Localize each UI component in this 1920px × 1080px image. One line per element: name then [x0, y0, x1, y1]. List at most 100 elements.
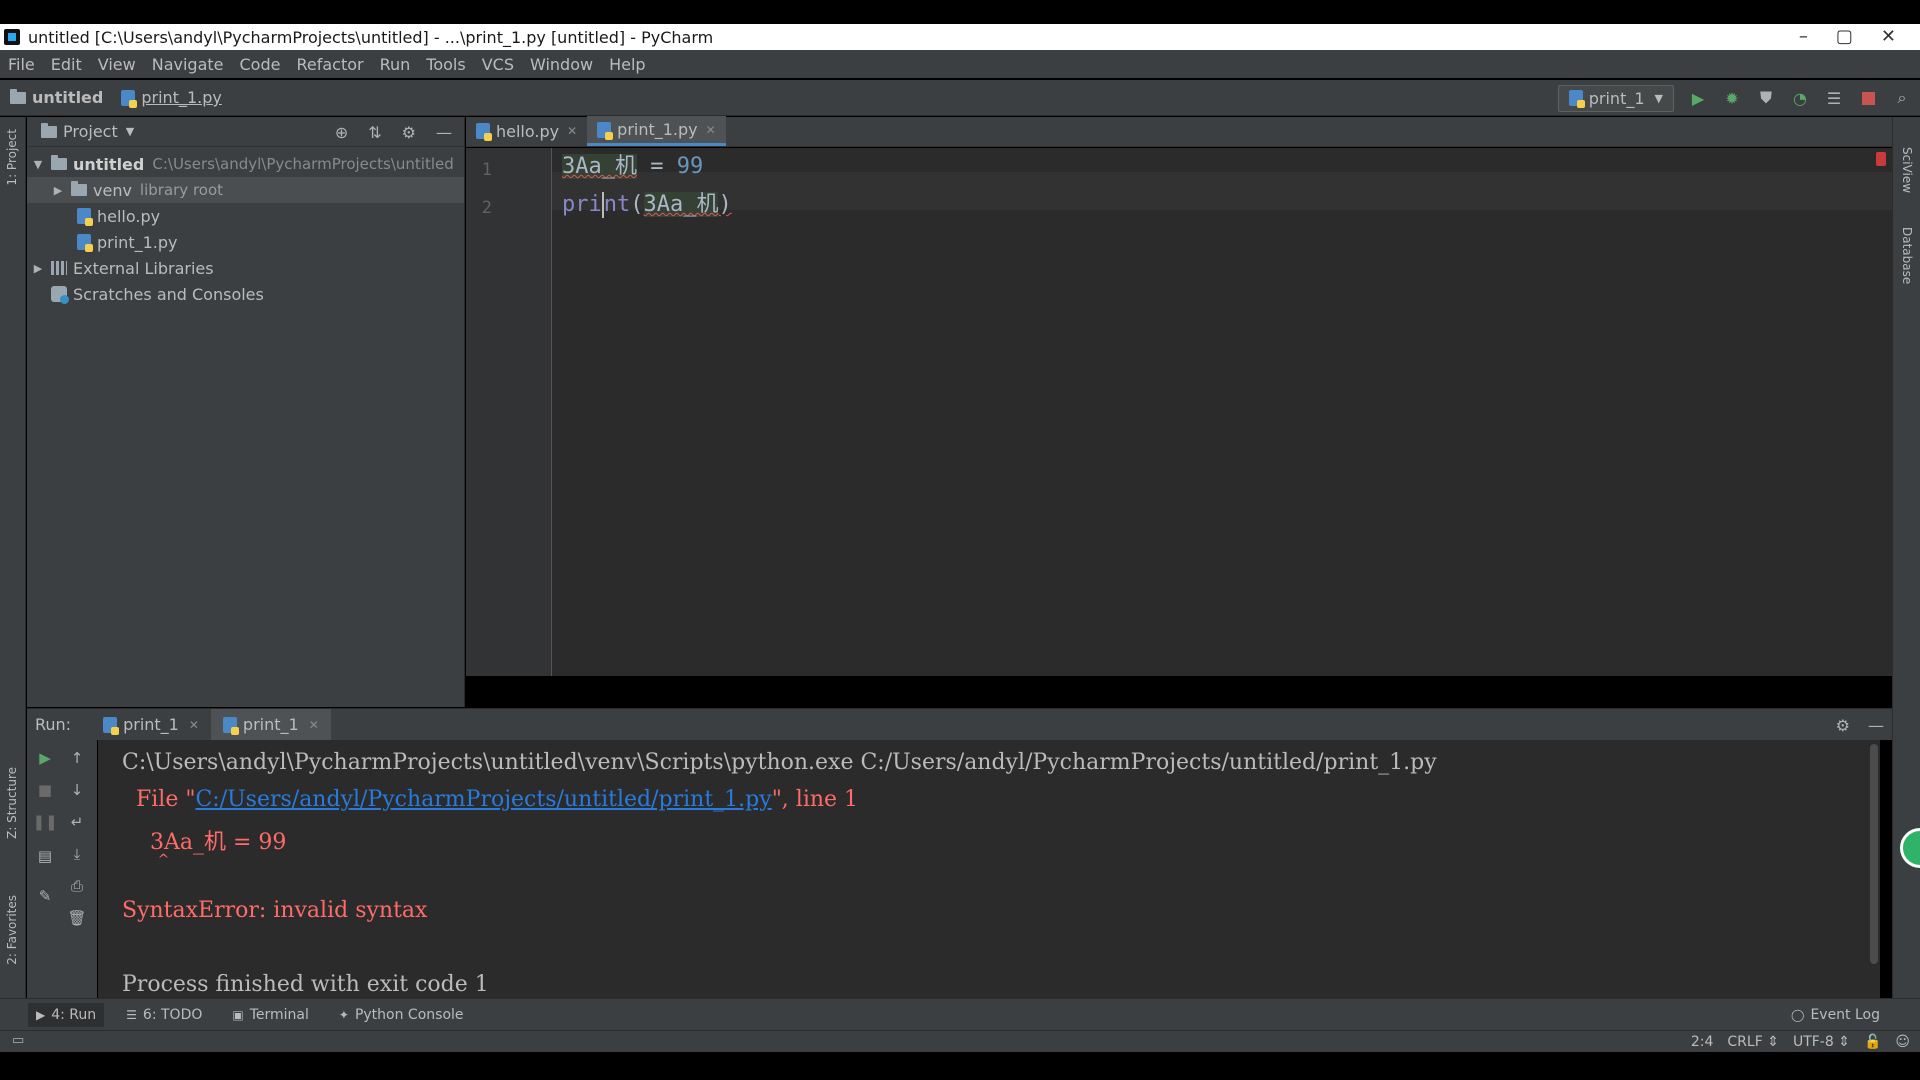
breadcrumb-file-label: print_1.py: [141, 88, 222, 107]
menu-vcs[interactable]: VCS: [474, 55, 522, 74]
soft-wrap-icon[interactable]: ↵: [67, 812, 87, 832]
tree-item-scratches[interactable]: Scratches and Consoles: [27, 281, 464, 307]
window-title: untitled [C:\Users\andyl\PycharmProjects…: [28, 27, 714, 47]
tree-item-venv[interactable]: ▶ venv library root: [27, 177, 464, 203]
expanded-arrow-icon[interactable]: ▼: [31, 158, 45, 171]
tree-item-print-1-py[interactable]: print_1.py: [27, 229, 464, 255]
favorites-tool-tab[interactable]: 2: Favorites: [5, 895, 19, 965]
console-scrollbar[interactable]: [1870, 744, 1878, 964]
tree-item-untitled[interactable]: ▼ untitled C:\Users\andyl\PycharmProject…: [27, 151, 464, 177]
collapse-all-icon[interactable]: ⇅: [368, 123, 381, 142]
lock-icon[interactable]: 🔓: [1864, 1034, 1881, 1050]
tree-item-path: C:\Users\andyl\PycharmProjects\untitled: [152, 155, 454, 173]
close-icon[interactable]: ✕: [309, 718, 319, 732]
gear-icon[interactable]: ⚙: [1836, 716, 1850, 735]
python-console-tool-button[interactable]: ✦ Python Console: [331, 1003, 472, 1027]
profile-icon[interactable]: ◔: [1790, 88, 1810, 108]
event-log-button[interactable]: ◯ Event Log: [1791, 999, 1880, 1031]
code-line-2[interactable]: print(3Aa_机): [562, 190, 732, 220]
print-icon[interactable]: ⎙: [67, 876, 87, 896]
trash-icon[interactable]: 🗑: [67, 908, 87, 928]
search-icon[interactable]: ⌕: [1892, 88, 1912, 108]
tree-item-hello-py[interactable]: hello.py: [27, 203, 464, 229]
breadcrumb-file[interactable]: print_1.py: [121, 88, 222, 108]
tool-window-toggle-icon[interactable]: ▭: [12, 1033, 24, 1048]
close-icon[interactable]: ✕: [189, 718, 199, 732]
pin-icon[interactable]: ✎: [35, 886, 55, 906]
menu-refactor[interactable]: Refactor: [288, 55, 371, 74]
caret-position[interactable]: 2:4: [1691, 1034, 1714, 1050]
line-separator[interactable]: CRLF ⇕: [1727, 1034, 1779, 1050]
open-paren: (: [630, 192, 644, 217]
rerun-icon[interactable]: ▶: [35, 748, 55, 768]
scroll-to-end-icon[interactable]: ⤓: [67, 844, 87, 864]
menu-file[interactable]: File: [0, 55, 43, 74]
gear-icon[interactable]: ⚙: [402, 123, 416, 142]
todo-tool-label: 6: TODO: [142, 1006, 203, 1023]
menu-edit[interactable]: Edit: [43, 55, 90, 74]
file-link[interactable]: C:/Users/andyl/PycharmProjects/untitled/…: [195, 787, 771, 812]
menu-navigate[interactable]: Navigate: [144, 55, 232, 74]
run-panel-header: Run: print_1 ✕ print_1 ✕ ⚙ —: [27, 708, 1892, 741]
run-panel-tools: ⚙ —: [1836, 709, 1884, 741]
scratches-icon: [51, 286, 69, 304]
structure-tool-tab[interactable]: Z: Structure: [5, 767, 19, 839]
project-tree: ▼ untitled C:\Users\andyl\PycharmProject…: [27, 147, 464, 307]
console-error: SyntaxError: invalid syntax: [122, 898, 428, 923]
menu-run[interactable]: Run: [372, 55, 419, 74]
close-icon[interactable]: ✕: [706, 123, 716, 137]
inspector-icon[interactable]: ☺: [1895, 1034, 1910, 1050]
todo-tool-button[interactable]: ☰ 6: TODO: [118, 1003, 210, 1027]
editor-tab-bar: hello.py ✕ print_1.py ✕: [466, 116, 1892, 147]
hide-icon[interactable]: —: [436, 123, 452, 142]
database-tool-tab[interactable]: Database: [1900, 227, 1914, 284]
file-encoding[interactable]: UTF-8 ⇕: [1793, 1034, 1850, 1050]
terminal-tool-button[interactable]: ▣ Terminal: [224, 1003, 317, 1027]
debug-icon[interactable]: ✹: [1722, 88, 1742, 108]
menu-help[interactable]: Help: [601, 55, 653, 74]
python-file-icon: [77, 234, 93, 252]
close-icon[interactable]: ✕: [567, 124, 577, 138]
breadcrumb-project[interactable]: untitled: [10, 88, 103, 107]
menu-code[interactable]: Code: [232, 55, 289, 74]
locate-icon[interactable]: ⊕: [335, 123, 348, 142]
menu-window[interactable]: Window: [522, 55, 601, 74]
sciview-tool-tab[interactable]: SciView: [1900, 147, 1914, 193]
code-line-1[interactable]: 3Aa_机 = 99: [562, 152, 703, 182]
maximize-icon[interactable]: ▢: [1836, 26, 1853, 47]
error-stripe-icon[interactable]: [1876, 152, 1886, 166]
close-icon[interactable]: ✕: [1881, 26, 1896, 47]
folder-icon: [71, 181, 87, 196]
layout-icon[interactable]: ▤: [35, 846, 55, 866]
stop-icon[interactable]: [1858, 88, 1878, 108]
coverage-icon[interactable]: ⛊: [1756, 88, 1776, 108]
minimize-icon[interactable]: –: [1799, 26, 1808, 47]
down-arrow-icon[interactable]: ↓: [67, 780, 87, 800]
hide-icon[interactable]: —: [1868, 716, 1884, 735]
project-tool-tab[interactable]: 1: Project: [5, 129, 19, 186]
run-configuration-select[interactable]: print_1 ▼: [1557, 84, 1674, 112]
menu-tools[interactable]: Tools: [418, 55, 473, 74]
menu-view[interactable]: View: [90, 55, 144, 74]
tab-print-1-py[interactable]: print_1.py ✕: [587, 116, 726, 146]
code-editor[interactable]: 3Aa_机 = 99 print(3Aa_机): [552, 148, 1892, 676]
list-icon: ☰: [126, 1007, 137, 1022]
project-panel-title[interactable]: Project: [63, 122, 118, 141]
python-file-icon: [77, 208, 93, 226]
collapsed-arrow-icon[interactable]: ▶: [31, 262, 45, 275]
line-number: 1: [481, 160, 492, 180]
up-arrow-icon[interactable]: ↑: [67, 748, 87, 768]
run-tab-print-1-active[interactable]: print_1 ✕: [210, 708, 331, 741]
tree-item-external-libraries[interactable]: ▶ External Libraries: [27, 255, 464, 281]
stop-icon[interactable]: ■: [35, 780, 55, 800]
collapsed-arrow-icon[interactable]: ▶: [51, 184, 65, 197]
tab-hello-py[interactable]: hello.py ✕: [466, 116, 587, 146]
run-console[interactable]: C:\Users\andyl\PycharmProjects\untitled\…: [98, 740, 1880, 998]
concurrency-icon[interactable]: ☰: [1824, 88, 1844, 108]
run-tab-print-1[interactable]: print_1 ✕: [91, 709, 211, 741]
run-icon[interactable]: ▶: [1688, 88, 1708, 108]
pause-icon[interactable]: ❚❚: [32, 812, 57, 832]
run-tool-button[interactable]: ▶ 4: Run: [28, 1002, 105, 1027]
screen: untitled [C:\Users\andyl\PycharmProjects…: [0, 0, 1920, 1080]
chevron-down-icon[interactable]: ▼: [126, 125, 134, 138]
